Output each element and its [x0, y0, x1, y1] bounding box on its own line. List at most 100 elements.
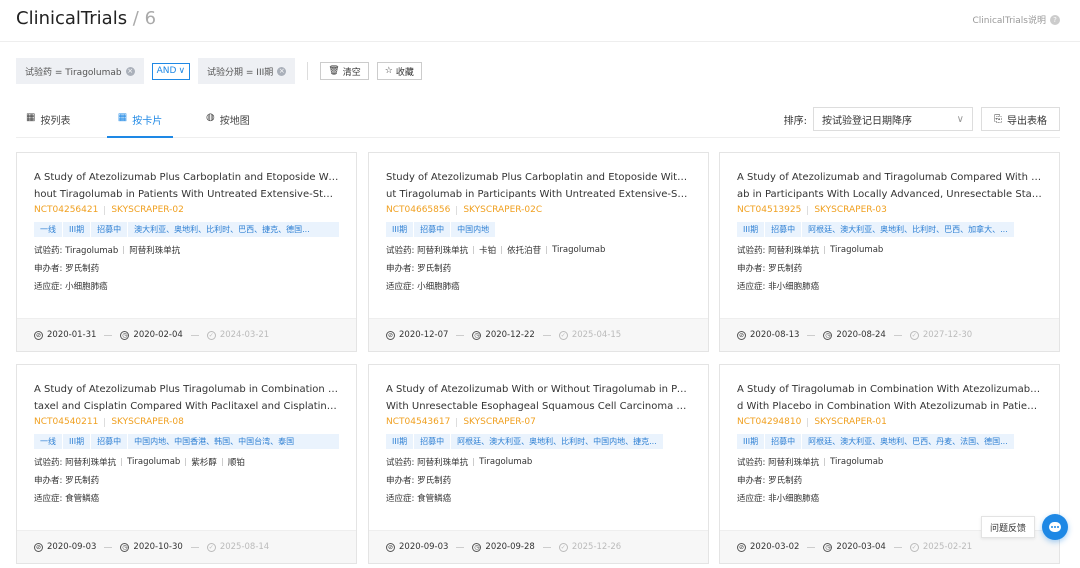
- date-text: 2020-08-13: [750, 330, 800, 340]
- trial-title[interactable]: A Study of Atezolizumab and Tiragolumab …: [737, 169, 1042, 203]
- save-button[interactable]: ☆ 收藏: [376, 62, 422, 80]
- feedback-button[interactable]: 问题反馈: [981, 516, 1036, 538]
- sponsor-row: 申办者: 罗氏制药: [386, 474, 691, 486]
- divider: [185, 458, 187, 466]
- drug-item: 试验药: 阿替利珠单抗: [386, 458, 469, 468]
- trial-alias: SKYSCRAPER-03: [814, 205, 887, 215]
- nct-id[interactable]: NCT04294810: [737, 417, 801, 427]
- trial-ids: NCT04543617 SKYSCRAPER-07: [386, 417, 691, 427]
- drug-item: Tiragolumab: [479, 457, 533, 467]
- trial-tag: III期: [386, 434, 415, 449]
- indication-row: 适应症: 食管鳞癌: [34, 492, 339, 504]
- sponsor-row: 申办者: 罗氏制药: [386, 262, 691, 274]
- trial-title[interactable]: A Study of Atezolizumab Plus Tiragolumab…: [34, 381, 339, 415]
- date-text: 2020-01-31: [47, 330, 97, 340]
- trial-card[interactable]: A Study of Atezolizumab Plus Carboplatin…: [16, 152, 357, 352]
- divider: [104, 417, 106, 427]
- help-label: ClinicalTrials说明: [972, 16, 1046, 26]
- register-icon: ⊘: [34, 330, 43, 340]
- export-label: 导出表格: [1007, 115, 1047, 127]
- date-text: 2025-08-14: [219, 542, 270, 552]
- tab-cards[interactable]: ▦ 按卡片: [107, 104, 173, 138]
- tab-map[interactable]: ◍ 按地图: [206, 104, 250, 138]
- divider: [123, 246, 125, 254]
- remove-icon[interactable]: ×: [277, 66, 287, 76]
- trial-title[interactable]: Study of Atezolizumab Plus Carboplatin a…: [386, 169, 691, 203]
- drug-item: 紫杉醇: [191, 458, 217, 468]
- registration-date: ⊘ 2020-09-03: [34, 542, 96, 552]
- tag-row: 一线 III期 招募中 澳大利亚、奥地利、比利时、巴西、捷克、德国...: [34, 222, 339, 237]
- trial-title-line: hout Tiragolumab in Patients With Untrea…: [34, 189, 339, 200]
- trash-icon: 🗑: [328, 66, 340, 76]
- chat-button[interactable]: [1042, 514, 1068, 540]
- date-text: 2020-03-02: [750, 542, 800, 552]
- trial-title-line: A Study of Atezolizumab and Tiragolumab …: [737, 172, 1042, 183]
- drug-item: Tiragolumab: [127, 457, 181, 467]
- date-text: 2025-12-26: [571, 542, 622, 552]
- sponsor: 申办者: 罗氏制药: [34, 476, 100, 486]
- nct-id[interactable]: NCT04540211: [34, 417, 98, 427]
- clear-button[interactable]: 🗑 清空: [320, 62, 369, 80]
- help-link[interactable]: ClinicalTrials说明 ?: [972, 13, 1060, 26]
- nct-id[interactable]: NCT04513925: [737, 205, 801, 215]
- trial-title-line: A Study of Atezolizumab With or Without …: [386, 384, 691, 395]
- drug-item: 试验药: 阿替利珠单抗: [386, 246, 469, 256]
- drug-item: 卡铂: [479, 246, 497, 256]
- filter-chip-drug[interactable]: 试验药 = Tiragolumab ×: [16, 58, 144, 84]
- trial-tag: III期: [386, 222, 415, 237]
- divider: [456, 205, 458, 215]
- filter-chip-phase[interactable]: 试验分期 = III期 ×: [198, 58, 296, 84]
- divider: [807, 334, 816, 336]
- filter-bar: 试验药 = Tiragolumab × AND ∨ 试验分期 = III期 × …: [16, 58, 422, 84]
- nct-id[interactable]: NCT04665856: [386, 205, 450, 215]
- trial-title[interactable]: A Study of Atezolizumab With or Without …: [386, 381, 691, 415]
- drug-item: 阿替利珠单抗: [129, 246, 181, 256]
- drug-row: 试验药: 阿替利珠单抗 Tiragolumab: [737, 244, 1042, 256]
- trial-tag: 招募中: [91, 434, 129, 449]
- drug-row: 试验药: 阿替利珠单抗 Tiragolumab 紫杉醇 顺铂: [34, 456, 339, 468]
- check-icon: ✓: [558, 542, 568, 552]
- globe-icon: ◍: [206, 112, 215, 123]
- clear-label: 清空: [342, 67, 361, 78]
- date-text: 2024-03-21: [219, 330, 270, 340]
- nct-id[interactable]: NCT04543617: [386, 417, 450, 427]
- trial-card[interactable]: A Study of Atezolizumab and Tiragolumab …: [719, 152, 1060, 352]
- indication-row: 适应症: 小细胞肺癌: [386, 280, 691, 292]
- drug-item: Tiragolumab: [552, 245, 606, 255]
- drug-row: 试验药: Tiragolumab 阿替利珠单抗: [34, 244, 339, 256]
- trial-title[interactable]: A Study of Atezolizumab Plus Carboplatin…: [34, 169, 339, 203]
- card-footer: ⊘ 2020-01-31 ◷ 2020-02-04 ✓ 2024-03-21: [17, 318, 356, 351]
- check-icon: ✓: [206, 330, 216, 340]
- divider: [104, 205, 106, 215]
- title-text: ClinicalTrials: [16, 8, 128, 29]
- drug-item: 试验药: 阿替利珠单抗: [737, 246, 820, 256]
- indication: 适应症: 小细胞肺癌: [386, 282, 460, 292]
- trial-tag: III期: [737, 222, 766, 237]
- trial-tag: 招募中: [414, 222, 452, 237]
- divider: [456, 546, 465, 548]
- tag-row: III期 招募中 中国内地: [386, 222, 496, 237]
- tab-list[interactable]: ▦ 按列表: [26, 104, 70, 138]
- trial-tag: III期: [63, 434, 92, 449]
- divider: [893, 546, 902, 548]
- divider: [104, 334, 113, 336]
- trial-card[interactable]: A Study of Atezolizumab Plus Tiragolumab…: [16, 364, 357, 564]
- trial-tag: 阿根廷、澳大利亚、奥地利、比利时、中国内地、捷克...: [457, 437, 657, 446]
- logic-select[interactable]: AND ∨: [151, 62, 191, 80]
- export-button[interactable]: ⎘ 导出表格: [981, 107, 1060, 131]
- date-text: 2025-04-15: [571, 330, 622, 340]
- remove-icon[interactable]: ×: [125, 66, 135, 76]
- drug-item: 试验药: 阿替利珠单抗: [737, 458, 820, 468]
- filter-chip-label: 试验药 = Tiragolumab: [25, 67, 122, 78]
- trial-title[interactable]: A Study of Tiragolumab in Combination Wi…: [737, 381, 1042, 415]
- trial-card[interactable]: A Study of Atezolizumab With or Without …: [368, 364, 709, 564]
- trial-card[interactable]: Study of Atezolizumab Plus Carboplatin a…: [368, 152, 709, 352]
- trial-title-line: d With Placebo in Combination With Atezo…: [737, 401, 1042, 412]
- drug-item: Tiragolumab: [830, 457, 884, 467]
- sponsor-row: 申办者: 罗氏制药: [34, 474, 339, 486]
- start-date: ◷ 2020-09-28: [472, 542, 535, 552]
- sort-select[interactable]: 按试验登记日期降序 ∨: [813, 107, 973, 131]
- nct-id[interactable]: NCT04256421: [34, 205, 98, 215]
- divider: [807, 205, 809, 215]
- chat-icon: [1049, 522, 1061, 532]
